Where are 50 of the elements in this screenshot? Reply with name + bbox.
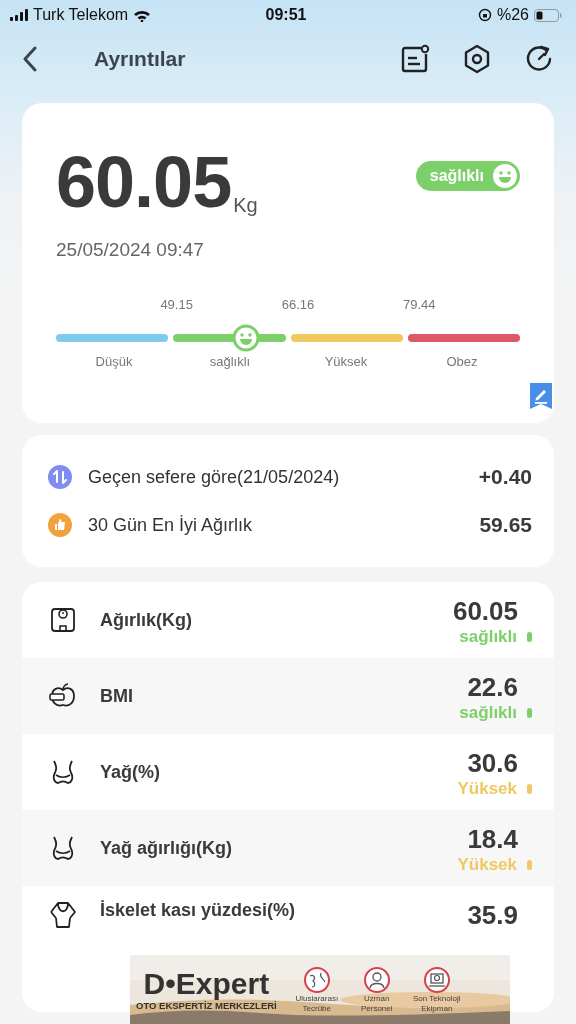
brand-logo: D•Expert — [143, 968, 270, 1000]
metric-label: BMI — [100, 685, 134, 707]
comparison-value: +0.40 — [478, 465, 532, 489]
edit-icon[interactable] — [530, 383, 552, 409]
wifi-icon — [133, 8, 152, 22]
threshold-value: 79.44 — [402, 297, 437, 312]
metric-status: Yüksek — [457, 778, 517, 799]
metric-label: İskelet kası yüzdesi(%) — [100, 900, 297, 921]
feature-label: Son Teknoloji Ekipman — [412, 993, 462, 1014]
range-label: Yüksek — [323, 354, 369, 369]
comparison-label: Geçen sefere göre(21/05/2024) — [88, 466, 341, 488]
rotation-lock-icon — [477, 8, 492, 22]
comparison-label: 30 Gün En İyi Ağırlık — [88, 514, 254, 536]
metric-status: Yüksek — [457, 854, 517, 875]
metric-value: 30.6 — [467, 747, 518, 779]
weight-unit: Kg — [233, 194, 258, 217]
metric-label: Yağ ağırlığı(Kg) — [100, 837, 233, 859]
note-icon[interactable] — [400, 44, 430, 74]
metric-label: Ağırlık(Kg) — [100, 609, 193, 631]
metric-status: sağlıklı — [459, 626, 517, 647]
metric-value: 22.6 — [467, 671, 518, 703]
battery-percent: %26 — [496, 6, 529, 24]
carrier-name: Turk Telekom — [33, 6, 129, 24]
ad-tagline: OTO EKSPERTİZ MERKEZLERİ — [136, 1000, 277, 1011]
refresh-icon[interactable] — [524, 44, 554, 74]
metric-value: 60.05 — [452, 595, 518, 627]
metric-status: sağlıklı — [459, 702, 517, 723]
range-label: Düşük — [94, 354, 134, 369]
weight-value: 60.05 — [56, 141, 232, 223]
threshold-value: 49.15 — [159, 297, 194, 312]
swap-arrows-icon — [48, 465, 72, 489]
range-label: sağlıklı — [208, 354, 252, 369]
feature-label: Uzman Personel — [359, 993, 394, 1014]
thumbs-up-icon — [48, 513, 72, 537]
battery-icon — [534, 8, 562, 22]
comparison-value: 59.65 — [479, 513, 532, 537]
metric-label: Yağ(%) — [100, 761, 161, 783]
range-label: Obez — [445, 354, 479, 369]
signal-icon — [10, 9, 28, 21]
clock-time: 09:51 — [265, 6, 307, 24]
metric-value: 18.4 — [467, 823, 518, 855]
back-icon[interactable] — [22, 46, 38, 72]
page-title: Ayrıntılar — [94, 47, 187, 71]
feature-label: Uluslararası Tecrübe — [294, 993, 340, 1014]
scale-icon — [48, 605, 78, 635]
threshold-value: 66.16 — [280, 297, 316, 312]
measurement-date: 25/05/2024 09:47 — [56, 239, 205, 261]
settings-icon[interactable] — [462, 44, 492, 74]
status-label: sağlıklı — [429, 167, 484, 185]
metric-value: 35.9 — [467, 900, 518, 931]
